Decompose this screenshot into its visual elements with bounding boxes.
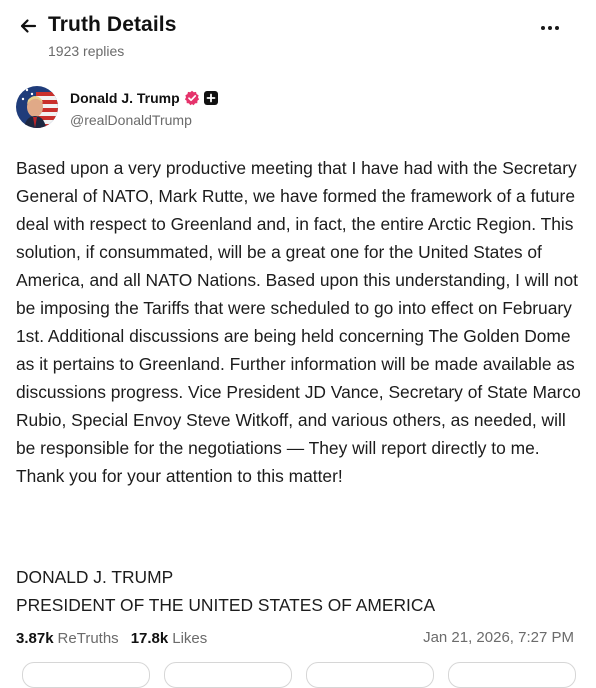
author-handle[interactable]: @realDonaldTrump [70,112,192,128]
author-name-row: Donald J. Trump [70,90,218,106]
page-header: Truth Details 1923 replies [0,0,596,70]
author-display-name[interactable]: Donald J. Trump [70,90,180,106]
post-body: Based upon a very productive meeting tha… [16,158,581,486]
retruths-stat[interactable]: 3.87k ReTruths [16,630,119,647]
back-button[interactable] [14,12,42,40]
signature-title: PRESIDENT OF THE UNITED STATES OF AMERIC… [16,595,436,615]
post-signature: DONALD J. TRUMP PRESIDENT OF THE UNITED … [16,563,582,619]
retruths-count: 3.87k [16,629,54,647]
likes-count: 17.8k [130,629,169,647]
share-button[interactable] [448,662,576,688]
retruths-label: ReTruths [57,629,119,647]
action-bar [16,662,582,688]
ellipsis-icon [541,26,545,30]
like-button[interactable] [306,662,434,688]
post-stats: 3.87k ReTruths 17.8k Likes Jan 21, 2026,… [16,627,576,649]
verified-badge-icon [184,90,199,106]
post-timestamp: Jan 21, 2026, 7:27 PM [423,629,574,646]
author-row: Donald J. Trump @realDonaldTrump [16,86,576,130]
signature-name: DONALD J. TRUMP [16,567,174,587]
reply-count: 1923 replies [48,43,125,59]
retruth-button[interactable] [164,662,292,688]
likes-stat[interactable]: 17.8k Likes [131,630,208,647]
more-options-button[interactable] [536,16,564,40]
reply-button[interactable] [22,662,150,688]
avatar[interactable] [16,86,58,128]
arrow-left-icon [20,19,37,33]
plus-badge-icon [203,91,218,105]
likes-label: Likes [172,629,208,647]
page-title: Truth Details [48,13,177,36]
